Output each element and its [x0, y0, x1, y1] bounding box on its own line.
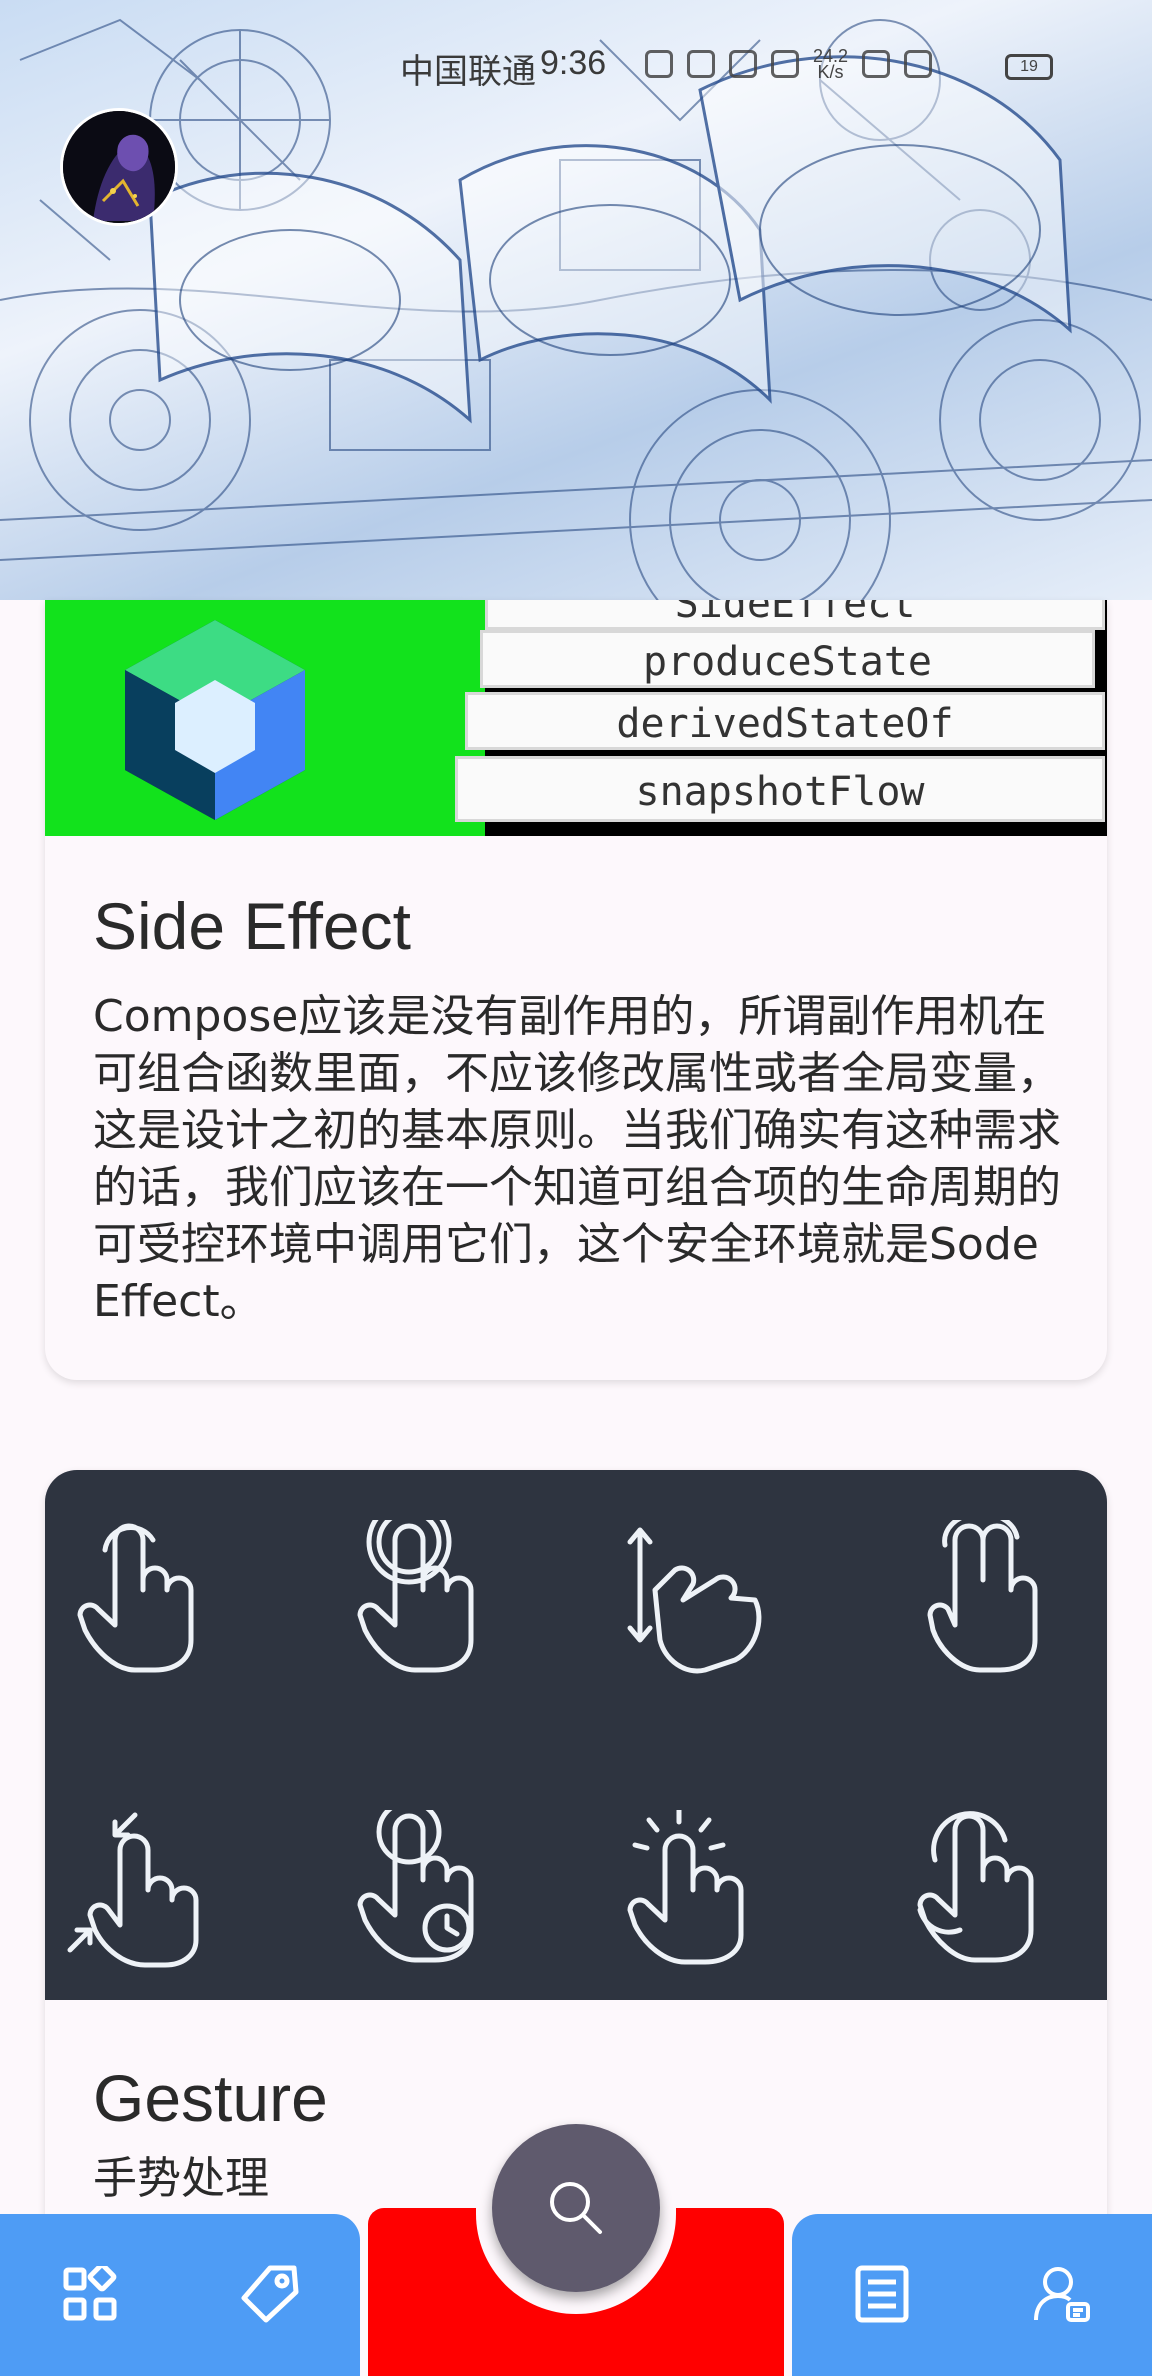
- card-title: Side Effect: [93, 889, 411, 963]
- gesture-cover-image: [45, 1470, 1107, 2000]
- card-description: Compose应该是没有副作用的，所谓副作用机在可组合函数里面，不应该修改属性或…: [93, 991, 1061, 1327]
- nav-articles-button[interactable]: [842, 2254, 922, 2334]
- net-speed-text: 24.2 K/s: [813, 46, 849, 82]
- code-tag-derivedstateof: derivedStateOf: [465, 692, 1105, 750]
- nav-profile-button[interactable]: [1022, 2254, 1102, 2334]
- rotate-icon: [917, 1811, 1034, 1963]
- nav-left-segment: [0, 2214, 360, 2376]
- jetpack-compose-logo: [125, 620, 305, 820]
- vibrate-icon: [771, 50, 799, 78]
- card-title: Gesture: [93, 2061, 328, 2135]
- pinch-icon: [67, 1812, 199, 1968]
- blueprint-background-image: [0, 18, 1152, 600]
- status-time: 9:36: [540, 44, 607, 82]
- search-icon: [550, 2182, 602, 2234]
- nav-categories-button[interactable]: [50, 2254, 130, 2334]
- two-finger-tap-icon: [927, 1520, 1038, 1673]
- side-effect-cover-image: SideEffect produceState derivedStateOf s…: [45, 600, 1107, 836]
- article-icon: [855, 2265, 909, 2323]
- grid-icon: [63, 2266, 117, 2321]
- nfc-icon: [645, 50, 673, 78]
- vertical-swipe-icon: [627, 1527, 762, 1674]
- code-tag-sideeffect: SideEffect: [485, 600, 1105, 630]
- status-icons: 24.2 K/s: [645, 46, 933, 82]
- signal-icon: [904, 50, 933, 78]
- code-tag-snapshotflow: snapshotFlow: [455, 756, 1105, 822]
- mute-icon: [729, 50, 757, 78]
- search-fab-button[interactable]: [492, 2124, 660, 2292]
- wifi-icon: [862, 50, 891, 78]
- alarm-icon: [687, 50, 715, 78]
- side-effect-card[interactable]: SideEffect produceState derivedStateOf s…: [45, 600, 1107, 1380]
- profile-icon: [1034, 2267, 1090, 2322]
- press-icon: [627, 1810, 744, 1965]
- tag-icon: [241, 2265, 299, 2323]
- tap-icon: [77, 1523, 194, 1673]
- avatar[interactable]: [60, 108, 178, 226]
- nav-right-segment: [792, 2214, 1152, 2376]
- battery-indicator: 19: [1005, 54, 1053, 80]
- code-tag-producestate: produceState: [480, 630, 1095, 688]
- status-bar: 中国联通 9:36 24.2 K/s 19: [0, 44, 1152, 91]
- status-carrier: 中国联通: [400, 53, 536, 91]
- nav-tags-button[interactable]: [230, 2254, 310, 2334]
- header-banner: 中国联通 9:36 24.2 K/s 19: [0, 0, 1152, 600]
- long-press-icon: [357, 1810, 474, 1963]
- double-tap-icon: [357, 1520, 474, 1673]
